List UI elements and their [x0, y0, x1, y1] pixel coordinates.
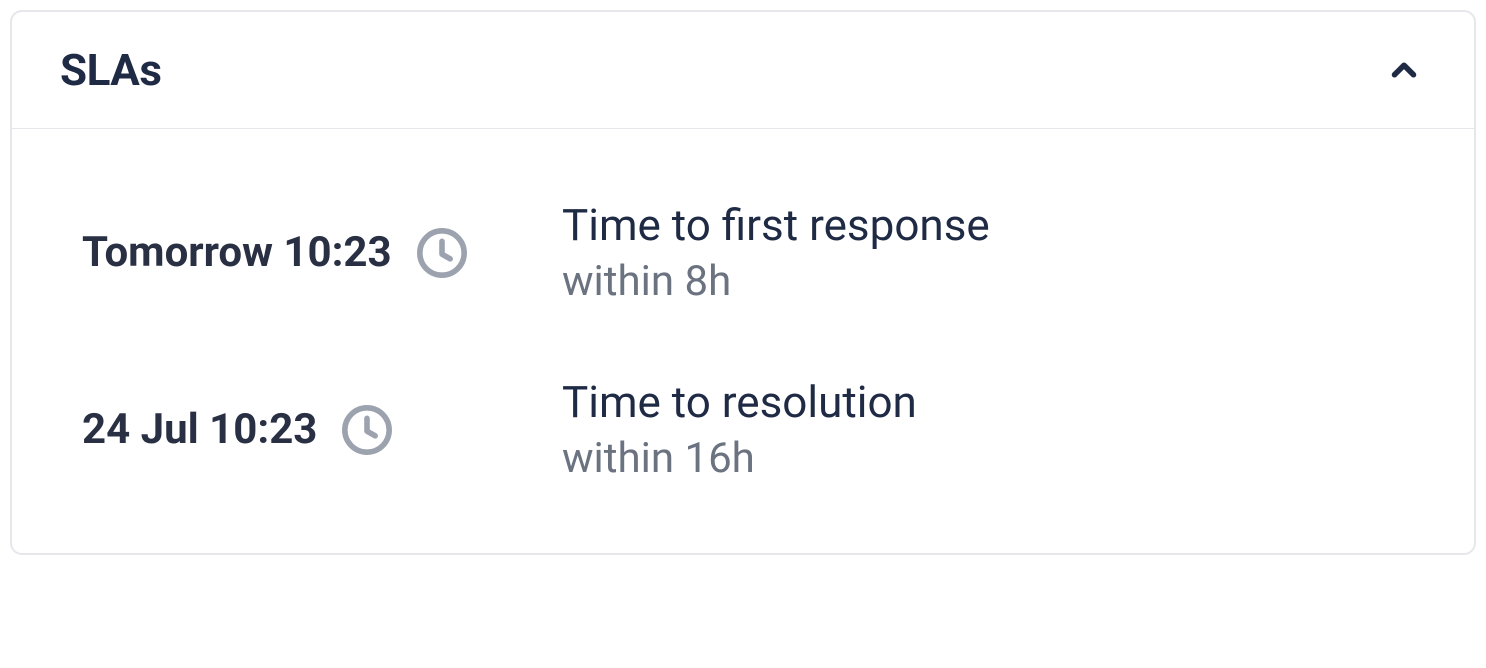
- slas-panel: SLAs Tomorrow 10:23 Time to first respon…: [10, 10, 1476, 555]
- sla-deadline: Tomorrow 10:23: [82, 225, 522, 281]
- slas-panel-header[interactable]: SLAs: [12, 12, 1474, 129]
- chevron-up-icon: [1382, 48, 1426, 92]
- sla-deadline-text: 24 Jul 10:23: [82, 405, 317, 454]
- sla-deadline: 24 Jul 10:23: [82, 402, 522, 458]
- sla-row: 24 Jul 10:23 Time to resolution within 1…: [82, 376, 1414, 483]
- clock-icon: [339, 402, 395, 458]
- panel-title: SLAs: [60, 44, 161, 96]
- sla-name: Time to resolution: [562, 376, 917, 428]
- sla-row: Tomorrow 10:23 Time to first response wi…: [82, 199, 1414, 306]
- sla-target: within 8h: [562, 257, 990, 306]
- sla-info: Time to first response within 8h: [562, 199, 990, 306]
- clock-icon: [414, 225, 470, 281]
- slas-panel-body: Tomorrow 10:23 Time to first response wi…: [12, 129, 1474, 553]
- sla-target: within 16h: [562, 434, 917, 483]
- sla-deadline-text: Tomorrow 10:23: [82, 228, 392, 277]
- sla-info: Time to resolution within 16h: [562, 376, 917, 483]
- sla-name: Time to first response: [562, 199, 990, 251]
